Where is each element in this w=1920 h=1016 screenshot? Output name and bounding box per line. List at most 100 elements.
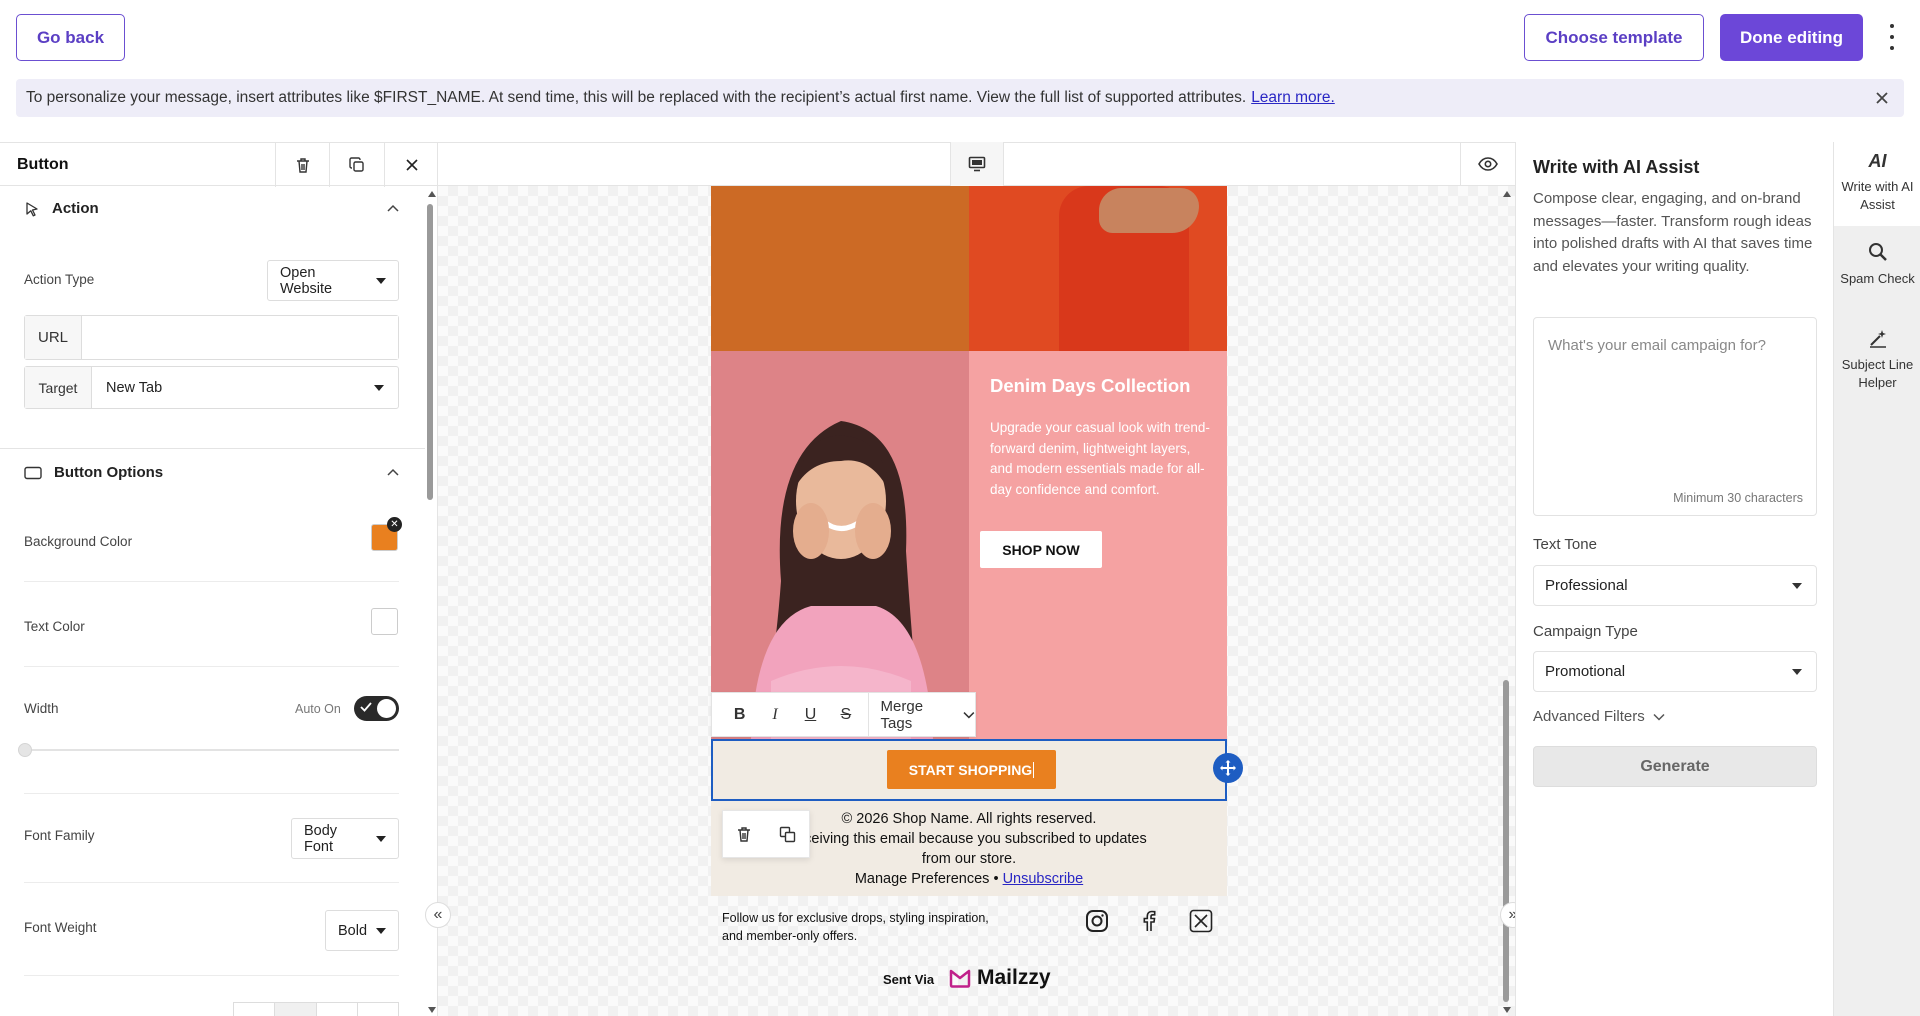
unsubscribe-link[interactable]: Unsubscribe xyxy=(1003,871,1084,887)
block-toolbar xyxy=(722,810,810,858)
block-settings-panel: Button Action Action Type Open Website U… xyxy=(0,142,438,1016)
background-color-label: Background Color xyxy=(24,534,133,549)
mailzzy-logo-icon xyxy=(949,969,971,988)
duplicate-icon[interactable] xyxy=(779,826,796,843)
target-select[interactable]: New Tab xyxy=(92,367,398,408)
align-button[interactable] xyxy=(358,1003,398,1016)
target-field-group: Target New Tab xyxy=(24,366,399,409)
start-shopping-button[interactable]: START SHOPPING xyxy=(887,750,1056,789)
trash-icon[interactable] xyxy=(736,826,752,843)
campaign-type-value: Promotional xyxy=(1545,663,1626,680)
close-panel-button[interactable] xyxy=(384,143,437,187)
clear-color-icon[interactable]: ✕ xyxy=(387,517,402,532)
campaign-type-select[interactable]: Promotional xyxy=(1533,651,1817,692)
collection-title[interactable]: Denim Days Collection xyxy=(990,375,1190,397)
caret-down-icon xyxy=(376,928,386,934)
follow-us-text[interactable]: Follow us for exclusive drops, styling i… xyxy=(722,909,1012,945)
button-options-section-header[interactable]: Button Options xyxy=(24,464,163,481)
shop-now-button[interactable]: SHOP NOW xyxy=(980,531,1102,568)
rail-item-ai-assist[interactable]: AI Write with AI Assist xyxy=(1834,142,1920,226)
duplicate-block-button[interactable] xyxy=(329,143,383,187)
panel-scrollbar[interactable] xyxy=(427,204,433,500)
chevron-down-icon xyxy=(963,711,975,718)
check-icon xyxy=(360,702,372,712)
cta-label[interactable]: START SHOPPING xyxy=(909,762,1032,778)
top-bar: Go back Choose template Done editing xyxy=(0,0,1920,74)
rail-item-spam-check[interactable]: Spam Check xyxy=(1834,236,1920,312)
copy-icon xyxy=(348,157,364,172)
bold-icon[interactable]: B xyxy=(722,697,757,733)
footer-preferences: Manage Preferences • Unsubscribe xyxy=(711,871,1227,887)
manage-preferences-text[interactable]: Manage Preferences • xyxy=(855,871,999,887)
collection-text[interactable]: Upgrade your casual look with trend-forw… xyxy=(990,418,1210,500)
go-back-button[interactable]: Go back xyxy=(16,14,125,61)
done-editing-button[interactable]: Done editing xyxy=(1720,14,1863,61)
underline-icon[interactable]: U xyxy=(793,697,828,733)
monitor-icon xyxy=(968,156,986,172)
strikethrough-icon[interactable]: S xyxy=(828,697,863,733)
font-weight-select[interactable]: Bold xyxy=(325,910,399,951)
width-slider-handle[interactable] xyxy=(18,743,32,757)
eye-icon xyxy=(1478,157,1498,171)
chevron-up-icon[interactable] xyxy=(386,202,400,216)
rail-subject-helper-label: Subject Line Helper xyxy=(1841,357,1914,390)
preview-button[interactable] xyxy=(1460,142,1515,186)
width-auto-label: Auto On xyxy=(295,702,341,716)
row-divider xyxy=(24,975,399,976)
canvas-scrollbar[interactable] xyxy=(1503,680,1509,1002)
width-label: Width xyxy=(24,701,59,716)
url-label: URL xyxy=(25,316,82,359)
facebook-icon[interactable] xyxy=(1136,908,1162,934)
advanced-filters-toggle[interactable]: Advanced Filters xyxy=(1533,708,1665,725)
rail-item-subject-helper[interactable]: Subject Line Helper xyxy=(1834,322,1920,398)
hero-image[interactable] xyxy=(969,186,1227,351)
alignment-button-group xyxy=(233,1002,399,1016)
caret-down-icon xyxy=(376,836,386,842)
generate-button[interactable]: Generate xyxy=(1533,746,1817,787)
more-menu-icon[interactable] xyxy=(1884,24,1900,50)
instagram-icon[interactable] xyxy=(1084,908,1110,934)
notice-text: To personalize your message, insert attr… xyxy=(26,89,1247,106)
panel-title: Button xyxy=(17,156,69,173)
close-icon[interactable] xyxy=(1872,88,1892,108)
italic-icon[interactable]: I xyxy=(757,697,792,733)
merge-tags-dropdown[interactable]: Merge Tags xyxy=(869,698,975,732)
font-family-label: Font Family xyxy=(24,828,95,843)
align-button[interactable] xyxy=(275,1003,317,1016)
cursor-icon xyxy=(26,201,38,216)
text-tone-select[interactable]: Professional xyxy=(1533,565,1817,606)
text-format-toolbar: B I U S Merge Tags xyxy=(711,692,976,737)
collapse-left-panel-button[interactable]: « xyxy=(425,902,451,928)
action-type-select[interactable]: Open Website xyxy=(267,260,399,301)
width-slider-track[interactable] xyxy=(24,749,399,751)
text-color-label: Text Color xyxy=(24,619,85,634)
width-auto-toggle[interactable] xyxy=(354,696,399,721)
x-twitter-icon[interactable] xyxy=(1188,908,1214,934)
move-handle[interactable] xyxy=(1213,753,1243,783)
scroll-down-icon[interactable] xyxy=(1502,1006,1512,1014)
choose-template-button[interactable]: Choose template xyxy=(1524,14,1704,61)
learn-more-link[interactable]: Learn more. xyxy=(1251,89,1335,107)
font-weight-label: Font Weight xyxy=(24,920,97,935)
desktop-view-button[interactable] xyxy=(950,142,1004,186)
caret-down-icon xyxy=(1792,669,1802,675)
action-section-header[interactable]: Action xyxy=(24,200,99,217)
scroll-down-icon[interactable] xyxy=(427,1006,437,1014)
align-button[interactable] xyxy=(317,1003,358,1016)
double-chevron-left-icon: « xyxy=(433,906,443,923)
hero-color-block xyxy=(711,186,969,351)
selected-button-block[interactable]: START SHOPPING xyxy=(711,739,1227,801)
scroll-up-icon[interactable] xyxy=(427,190,437,198)
chevron-up-icon[interactable] xyxy=(386,466,400,480)
align-button[interactable] xyxy=(234,1003,276,1016)
sent-via-label: Sent Via xyxy=(883,972,935,987)
text-color-swatch[interactable] xyxy=(371,608,398,635)
panel-header: Button xyxy=(0,142,437,187)
trash-icon xyxy=(296,157,309,173)
delete-block-button[interactable] xyxy=(275,143,329,187)
campaign-prompt-input[interactable]: What's your email campaign for? Minimum … xyxy=(1533,317,1817,516)
model-photo[interactable] xyxy=(711,351,969,739)
url-input[interactable] xyxy=(82,316,398,359)
scroll-up-icon[interactable] xyxy=(1502,190,1512,198)
font-family-select[interactable]: Body Font xyxy=(291,818,399,859)
